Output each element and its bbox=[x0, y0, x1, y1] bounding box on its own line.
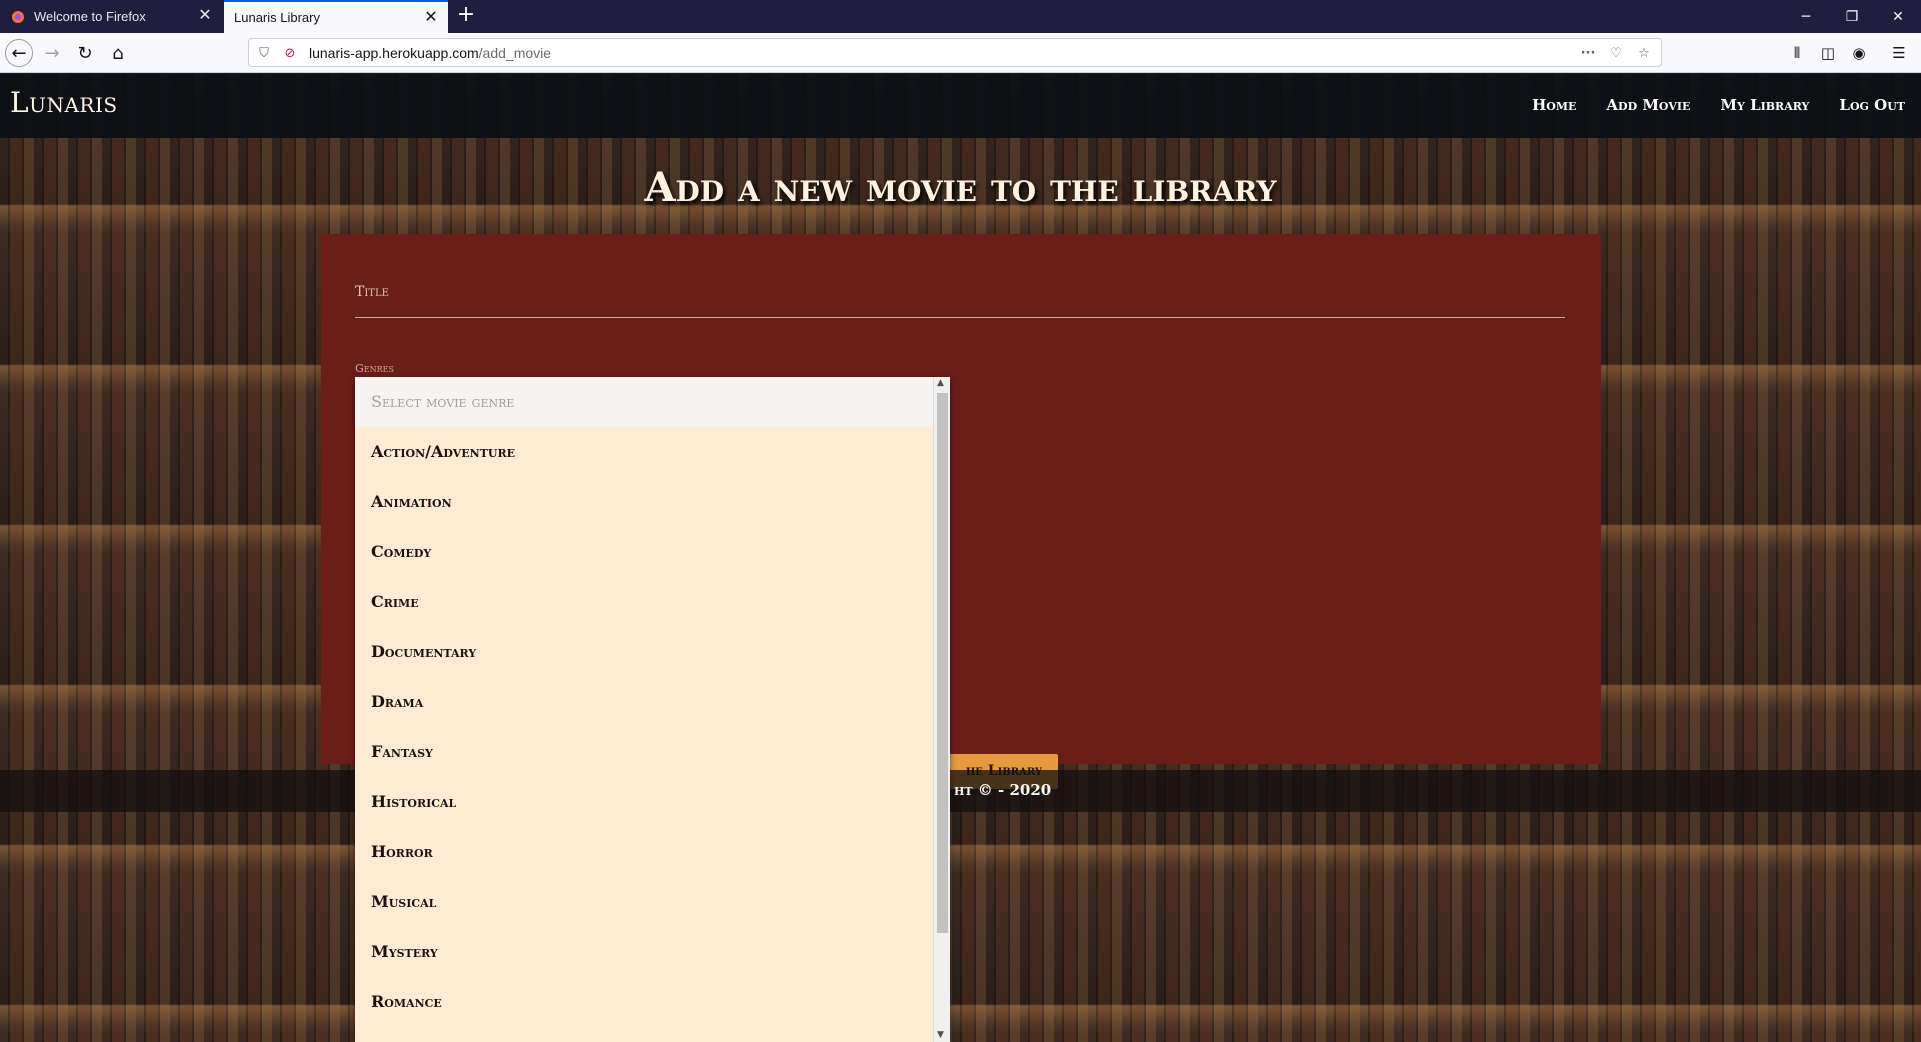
genre-option[interactable]: Horror bbox=[355, 827, 933, 877]
site-header: Lunaris Home Add Movie My Library Log Ou… bbox=[0, 74, 1921, 138]
genre-dropdown-list[interactable]: Select movie genre Action/Adventure Anim… bbox=[355, 377, 950, 1042]
page-background: Lunaris Home Add Movie My Library Log Ou… bbox=[0, 74, 1921, 1042]
account-icon[interactable]: ◉ bbox=[1845, 39, 1873, 67]
genres-label: Genres bbox=[355, 362, 394, 375]
copyright-text: ht © - 2020 bbox=[954, 781, 1052, 799]
title-field-label[interactable]: Title bbox=[355, 284, 389, 300]
genre-option[interactable]: Fantasy bbox=[355, 727, 933, 777]
browser-tab-bar: Welcome to Firefox ✕ Lunaris Library ✕ +… bbox=[0, 0, 1921, 33]
restore-icon[interactable]: ❐ bbox=[1829, 0, 1875, 33]
shield-icon[interactable]: ⛉ bbox=[255, 44, 273, 62]
genre-option[interactable]: Mystery bbox=[355, 927, 933, 977]
firefox-icon bbox=[10, 9, 26, 25]
genre-placeholder-option[interactable]: Select movie genre bbox=[355, 377, 933, 427]
minimize-icon[interactable]: ─ bbox=[1783, 0, 1829, 33]
browser-nav-bar: ← → ↻ ⌂ ⛉ ⊘ lunaris-app.herokuapp.com/ad… bbox=[0, 33, 1921, 73]
pocket-icon[interactable]: ♡ bbox=[1607, 44, 1625, 62]
home-icon[interactable]: ⌂ bbox=[104, 39, 132, 67]
bookmark-star-icon[interactable]: ☆ bbox=[1635, 44, 1653, 62]
genre-option[interactable]: Musical bbox=[355, 877, 933, 927]
sidebar-icon[interactable]: ◫ bbox=[1814, 39, 1842, 67]
nav-log-out-link[interactable]: Log Out bbox=[1839, 96, 1905, 114]
genre-option[interactable]: Drama bbox=[355, 677, 933, 727]
dropdown-scrollbar[interactable]: ▲ ▼ bbox=[933, 377, 950, 1042]
close-tab-icon[interactable]: ✕ bbox=[422, 9, 440, 27]
tab-welcome-to-firefox[interactable]: Welcome to Firefox ✕ bbox=[0, 0, 222, 33]
nav-home-link[interactable]: Home bbox=[1532, 96, 1576, 114]
url-text[interactable]: lunaris-app.herokuapp.com/add_movie bbox=[309, 45, 551, 61]
site-nav: Home Add Movie My Library Log Out bbox=[1532, 96, 1905, 114]
library-icon[interactable]: ⫴ bbox=[1783, 39, 1811, 67]
reload-icon[interactable]: ↻ bbox=[71, 39, 99, 67]
back-icon[interactable]: ← bbox=[5, 39, 33, 67]
more-icon[interactable]: ··· bbox=[1579, 44, 1597, 62]
brand-logo[interactable]: Lunaris bbox=[10, 86, 118, 119]
tab-label: Welcome to Firefox bbox=[34, 9, 146, 24]
genre-option[interactable]: Documentary bbox=[355, 627, 933, 677]
genre-option[interactable]: Comedy bbox=[355, 527, 933, 577]
nav-add-movie-link[interactable]: Add Movie bbox=[1606, 96, 1690, 114]
forward-icon[interactable]: → bbox=[38, 39, 66, 67]
insecure-lock-icon[interactable]: ⊘ bbox=[281, 44, 299, 62]
scroll-down-icon[interactable]: ▼ bbox=[937, 1030, 944, 1040]
new-tab-icon[interactable]: + bbox=[454, 4, 478, 28]
genre-option[interactable]: Historical bbox=[355, 777, 933, 827]
genre-option[interactable]: Crime bbox=[355, 577, 933, 627]
url-bar[interactable]: ⛉ ⊘ lunaris-app.herokuapp.com/add_movie … bbox=[248, 38, 1662, 67]
genre-option[interactable]: Romance bbox=[355, 977, 933, 1027]
tab-label: Lunaris Library bbox=[234, 10, 320, 25]
genre-option[interactable]: Action/Adventure bbox=[355, 427, 933, 477]
scroll-up-icon[interactable]: ▲ bbox=[937, 378, 944, 388]
menu-icon[interactable]: ☰ bbox=[1885, 39, 1913, 67]
nav-my-library-link[interactable]: My Library bbox=[1720, 96, 1809, 114]
close-window-icon[interactable]: ✕ bbox=[1875, 0, 1921, 33]
scrollbar-thumb[interactable] bbox=[937, 393, 948, 933]
genre-option[interactable]: Animation bbox=[355, 477, 933, 527]
page-title: Add a new movie to the library bbox=[644, 164, 1277, 211]
tab-lunaris-library[interactable]: Lunaris Library ✕ bbox=[224, 0, 448, 33]
title-input-underline[interactable] bbox=[355, 317, 1565, 318]
close-tab-icon[interactable]: ✕ bbox=[196, 7, 214, 25]
